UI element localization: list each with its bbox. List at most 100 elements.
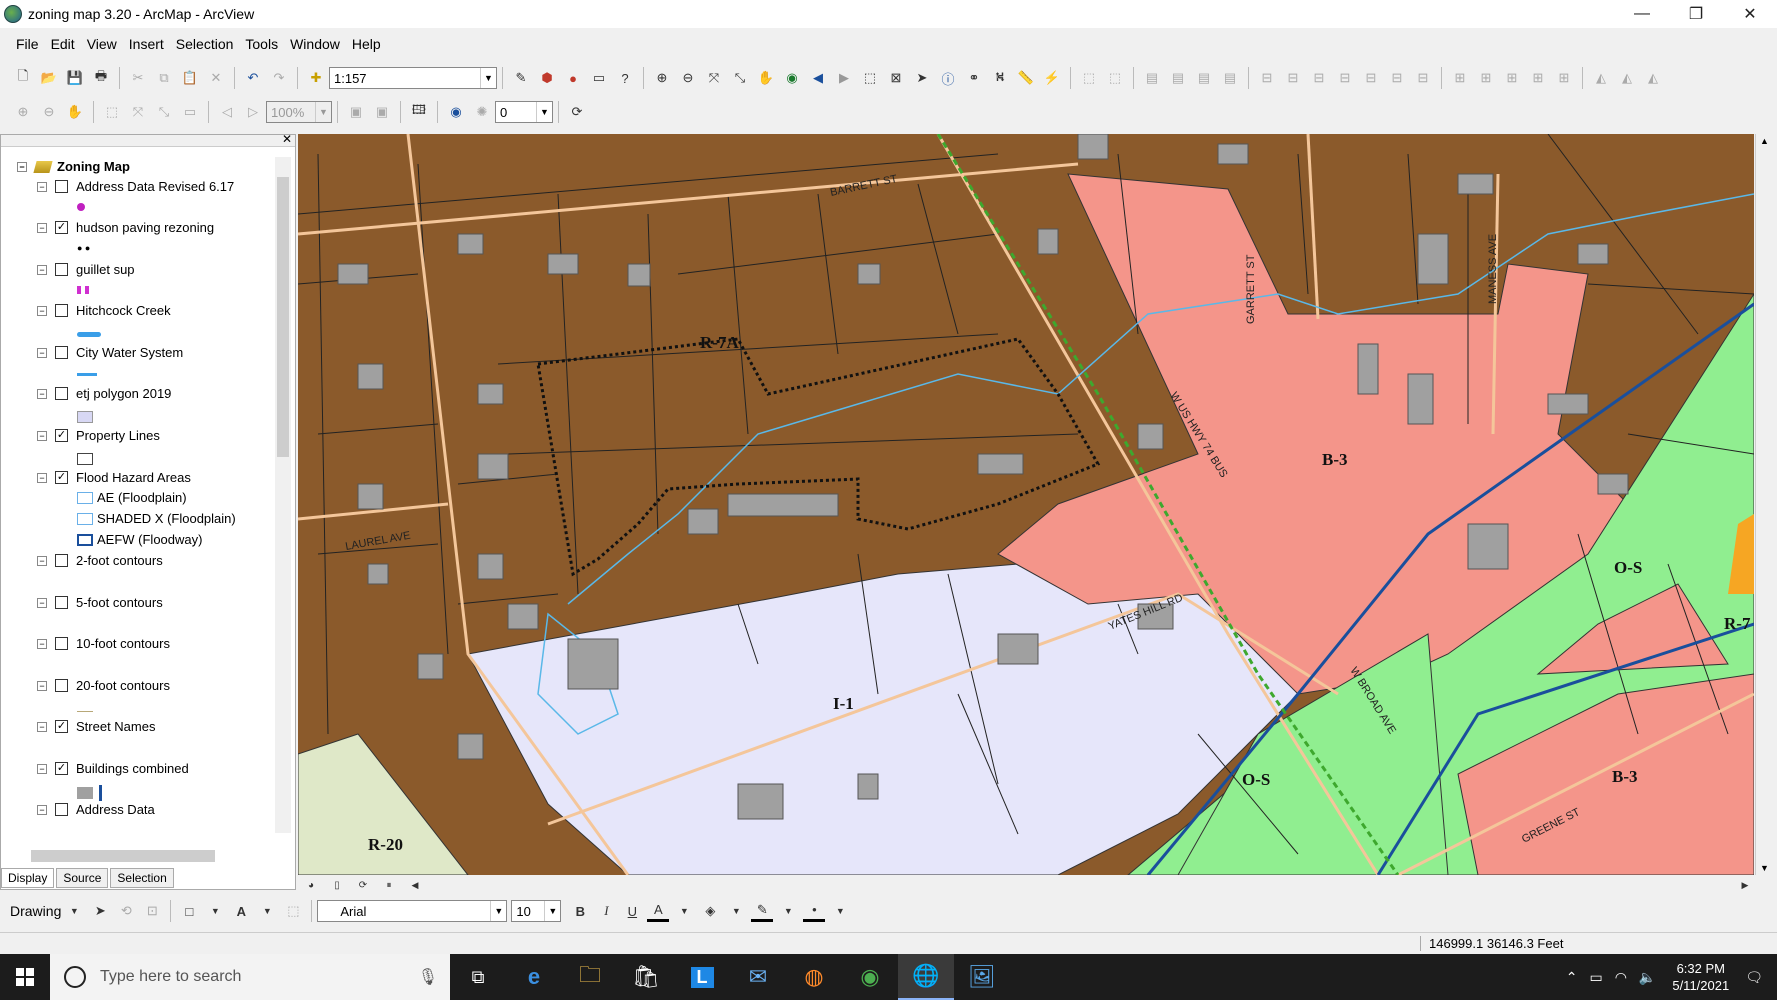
align-tool-3-icon[interactable]: ⊟ [1308, 67, 1330, 89]
store-icon[interactable]: 🛍 [618, 954, 674, 1000]
layer-checkbox[interactable] [55, 387, 68, 400]
redo-icon[interactable]: ↷ [268, 67, 290, 89]
rotate-icon[interactable]: ⟲ [115, 900, 137, 922]
firefox-icon[interactable]: ◍ [786, 954, 842, 1000]
chevron-down-icon[interactable]: ▼ [490, 901, 506, 921]
back-arrow-icon[interactable]: ◀ [807, 67, 829, 89]
layer-checkbox[interactable] [55, 596, 68, 609]
add-data-icon[interactable]: ✚ [305, 67, 327, 89]
tab-selection[interactable]: Selection [110, 868, 174, 888]
layer-hitchcock-creek[interactable]: − Hitchcock Creek [37, 303, 171, 318]
system-clock[interactable]: 6:32 PM 5/11/2021 [1672, 960, 1729, 994]
distribute-tool-5-icon[interactable]: ⊞ [1553, 67, 1575, 89]
toggle-draft-icon[interactable]: ▣ [345, 101, 367, 123]
layer-checkbox[interactable] [55, 554, 68, 567]
rotate-tool-2-icon[interactable]: ◭ [1616, 67, 1638, 89]
pan-hand-icon[interactable]: ✋ [755, 67, 777, 89]
arctoolbox-icon[interactable]: ⬢ [536, 67, 558, 89]
catalog-icon[interactable]: ● [562, 67, 584, 89]
italic-button[interactable]: I [595, 900, 617, 922]
arcmap-taskbar-icon[interactable]: 🌐 [898, 954, 954, 1000]
select-features-icon[interactable]: ⬚ [859, 67, 881, 89]
focus-data-frame-icon[interactable]: ▣ [371, 101, 393, 123]
layer-guillet-sup[interactable]: − guillet sup [37, 262, 135, 277]
menu-insert[interactable]: Insert [123, 36, 170, 52]
layer-address-data-revised[interactable]: − Address Data Revised 6.17 [37, 179, 234, 194]
chevron-down-icon[interactable]: ▼ [256, 900, 278, 922]
scroll-left-icon[interactable]: ◀ [404, 874, 426, 896]
layout-fixed-in-icon[interactable]: ⤧ [127, 101, 149, 123]
menu-tools[interactable]: Tools [239, 36, 284, 52]
align-tool-4-icon[interactable]: ⊟ [1334, 67, 1356, 89]
full-extent-icon[interactable]: ◉ [781, 67, 803, 89]
pause-drawing-icon[interactable]: ⏸ [378, 874, 400, 896]
chevron-down-icon[interactable]: ▼ [315, 102, 331, 122]
menu-selection[interactable]: Selection [170, 36, 240, 52]
print-icon[interactable]: 🖶 [90, 67, 112, 89]
menu-window[interactable]: Window [284, 36, 346, 52]
menu-file[interactable]: File [10, 36, 45, 52]
photos-icon[interactable]: 🖼 [954, 954, 1010, 1000]
layout-tool-4-icon[interactable]: ▤ [1167, 67, 1189, 89]
align-tool-2-icon[interactable]: ⊟ [1282, 67, 1304, 89]
toc-hscroll-thumb[interactable] [31, 850, 215, 862]
scroll-down-icon[interactable]: ▼ [1760, 863, 1769, 873]
forward-arrow-icon[interactable]: ▶ [833, 67, 855, 89]
new-document-icon[interactable]: 🗋 [12, 67, 34, 89]
layout-tool-6-icon[interactable]: ▤ [1219, 67, 1241, 89]
layer-2-foot-contours[interactable]: −2-foot contours [37, 553, 163, 568]
layer-20-foot-contours[interactable]: −20-foot contours [37, 678, 170, 693]
fixed-zoom-in-icon[interactable]: ⤧ [703, 67, 725, 89]
wifi-icon[interactable]: ◠ [1615, 969, 1627, 986]
rotate-tool-1-icon[interactable]: ◭ [1590, 67, 1612, 89]
layer-hudson-paving-rezoning[interactable]: − ✓ hudson paving rezoning [37, 220, 214, 235]
layer-etj-polygon-2019[interactable]: − etj polygon 2019 [37, 386, 171, 401]
file-explorer-icon[interactable]: 🗀 [562, 954, 618, 1000]
layer-street-names[interactable]: − ✓ Street Names [37, 719, 155, 734]
font-color-icon[interactable]: A [647, 900, 670, 922]
toc-root-zoning-map[interactable]: − Zoning Map [17, 159, 130, 174]
whats-this-icon[interactable]: ? [614, 67, 636, 89]
layer-checkbox[interactable] [55, 637, 68, 650]
layout-fixed-out-icon[interactable]: ⤡ [153, 101, 175, 123]
rotate-tool-3-icon[interactable]: ◭ [1642, 67, 1664, 89]
edit-vertices-icon[interactable]: ⬚ [282, 900, 304, 922]
toc-horizontal-scrollbar[interactable] [9, 847, 269, 863]
distribute-tool-4-icon[interactable]: ⊞ [1527, 67, 1549, 89]
chevron-down-icon[interactable]: ▼ [480, 68, 496, 88]
font-size-combo[interactable]: 10 ▼ [511, 900, 562, 922]
open-folder-icon[interactable]: 📂 [38, 67, 60, 89]
tab-source[interactable]: Source [56, 868, 109, 888]
distribute-tool-2-icon[interactable]: ⊞ [1475, 67, 1497, 89]
save-icon[interactable]: 💾 [64, 67, 86, 89]
restore-button[interactable]: ❐ [1669, 0, 1723, 28]
layout-pan-icon[interactable]: ✋ [64, 101, 86, 123]
close-button[interactable]: ✕ [1723, 0, 1777, 28]
text-tool-icon[interactable]: A [230, 900, 252, 922]
menu-help[interactable]: Help [346, 36, 387, 52]
layout-tool-2-icon[interactable]: ⬚ [1104, 67, 1126, 89]
underline-button[interactable]: U [621, 900, 643, 922]
rectangle-icon[interactable]: □ [178, 900, 200, 922]
chevron-down-icon[interactable]: ▼ [829, 900, 851, 922]
select-elements-icon[interactable]: ➤ [911, 67, 933, 89]
chevron-down-icon[interactable]: ▼ [204, 900, 226, 922]
microphone-icon[interactable]: 🎙 [418, 967, 438, 987]
menu-view[interactable]: View [81, 36, 123, 52]
layer-checkbox[interactable] [55, 180, 68, 193]
layer-checkbox[interactable] [55, 803, 68, 816]
layout-view-icon[interactable]: ▯ [326, 874, 348, 896]
layer-checkbox[interactable]: ✓ [55, 720, 68, 733]
layer-checkbox[interactable]: ✓ [55, 471, 68, 484]
layout-forward-icon[interactable]: ▷ [242, 101, 264, 123]
refresh-view-icon[interactable]: ⟳ [352, 874, 374, 896]
rotate-data-frame-icon[interactable]: ◉ [445, 101, 467, 123]
layer-10-foot-contours[interactable]: −10-foot contours [37, 636, 170, 651]
select-elements-icon[interactable]: ➤ [89, 900, 111, 922]
windows-start-icon[interactable] [0, 954, 50, 1000]
measure-icon[interactable]: 📏 [1015, 67, 1037, 89]
bold-button[interactable]: B [569, 900, 591, 922]
layer-checkbox[interactable] [55, 263, 68, 276]
chrome-icon[interactable]: ◉ [842, 954, 898, 1000]
distribute-tool-3-icon[interactable]: ⊞ [1501, 67, 1523, 89]
